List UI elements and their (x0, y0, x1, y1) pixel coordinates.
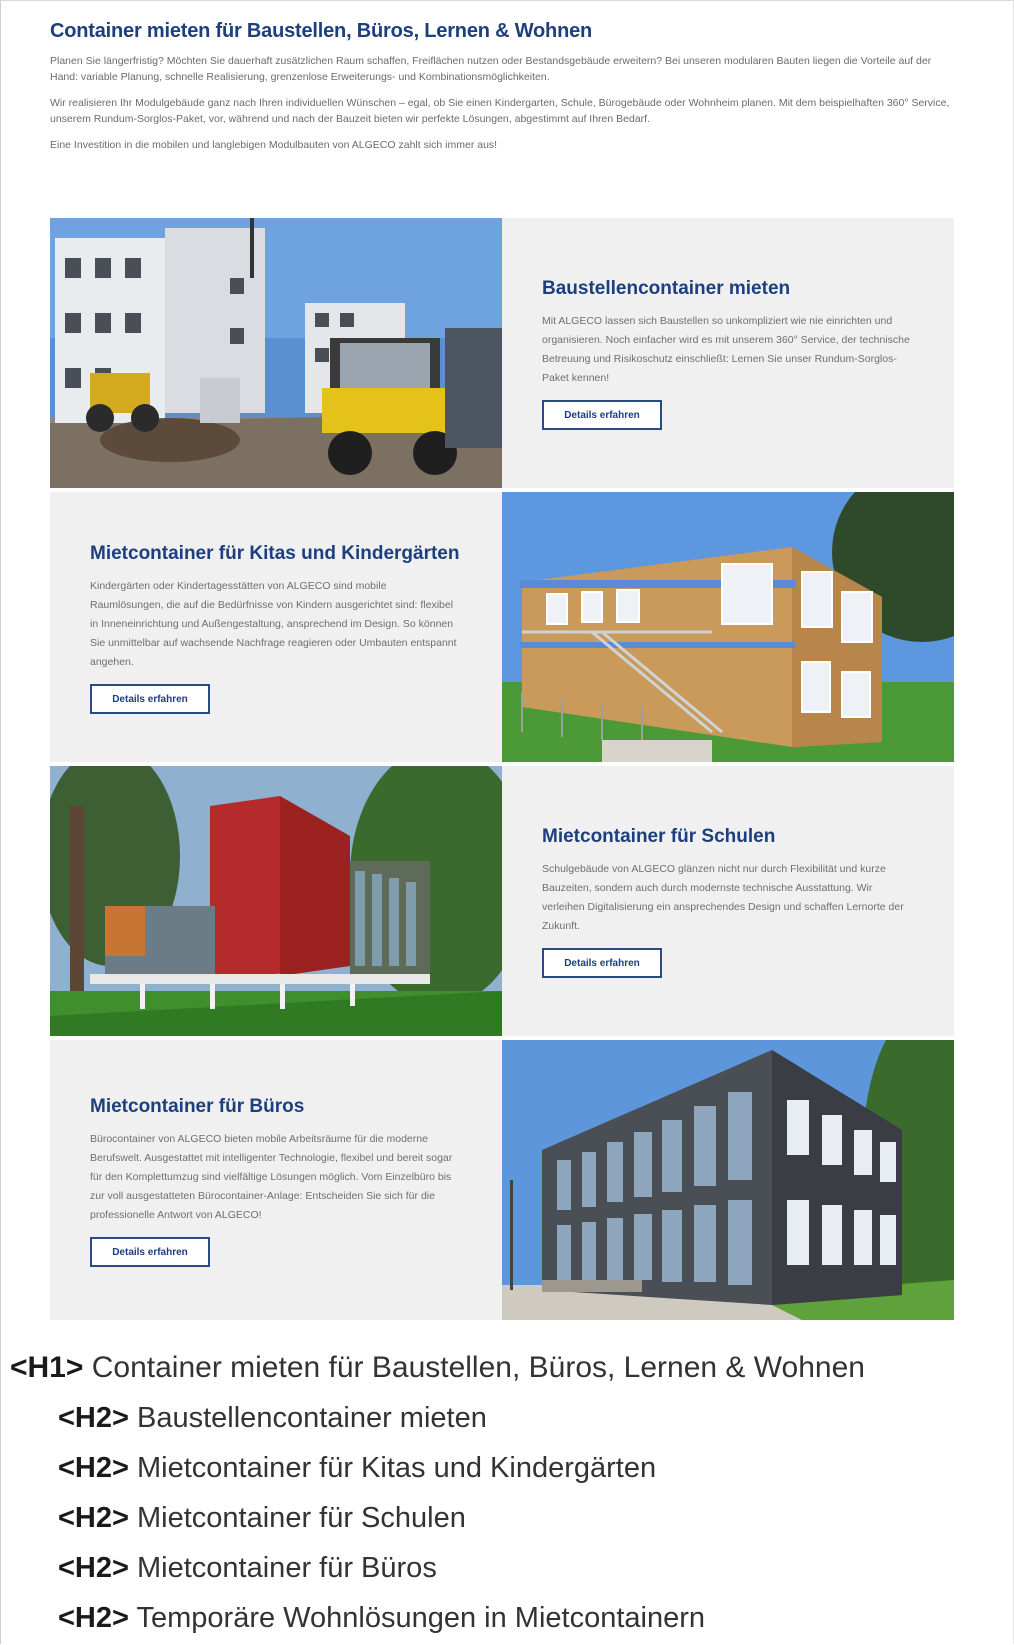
card-grid: Baustellencontainer mieten Mit ALGECO la… (50, 218, 954, 1320)
outline-h2-tag: <H2> (58, 1452, 129, 1484)
outline-h2-text: Mietcontainer für Schulen (137, 1502, 466, 1534)
outline-h2-3: <H2> Mietcontainer für Schulen (10, 1493, 1010, 1543)
card-row-office: Mietcontainer für Büros Bürocontainer vo… (50, 1040, 954, 1320)
card-school: Mietcontainer für Schulen Schulgebäude v… (502, 766, 954, 1036)
card-heading-construction: Baustellencontainer mieten (542, 278, 791, 299)
outline-h2-tag: <H2> (58, 1502, 129, 1534)
construction-site-image (50, 218, 502, 488)
details-button-kita[interactable]: Details erfahren (90, 683, 210, 714)
intro-paragraph-2: Wir realisieren Ihr Modulgebäude ganz na… (50, 97, 950, 125)
card-heading-office: Mietcontainer für Büros (90, 1095, 305, 1117)
school-building-image (50, 766, 502, 1036)
outline-h2-text: Temporäre Wohnlösungen in Mietcontainern (136, 1602, 706, 1634)
details-button-construction[interactable]: Details erfahren (542, 400, 662, 430)
card-construction: Baustellencontainer mieten Mit ALGECO la… (502, 218, 954, 488)
intro-paragraph-1: Planen Sie längerfristig? Möchten Sie da… (50, 55, 932, 83)
card-heading-kita: Mietcontainer für Kitas und Kindergärten (90, 542, 460, 564)
card-row-school: Mietcontainer für Schulen Schulgebäude v… (50, 766, 954, 1036)
outline-h1-text: Container mieten für Baustellen, Büros, … (91, 1351, 865, 1384)
outline-h2-tag: <H2> (58, 1552, 129, 1584)
details-button-office[interactable]: Details erfahren (90, 1236, 210, 1267)
card-kita: Mietcontainer für Kitas und Kindergärten… (50, 492, 502, 762)
outline-h1: <H1> Container mieten für Baustellen, Bü… (10, 1343, 1010, 1393)
office-building-image (502, 1040, 954, 1320)
outline-h2-4: <H2> Mietcontainer für Büros (10, 1543, 1010, 1593)
card-row-construction: Baustellencontainer mieten Mit ALGECO la… (50, 218, 954, 488)
outline-h2-2: <H2> Mietcontainer für Kitas und Kinderg… (10, 1443, 1010, 1493)
outline-h1-tag: <H1> (10, 1351, 84, 1384)
card-row-kita: Mietcontainer für Kitas und Kindergärten… (50, 492, 954, 762)
outline-h2-tag: <H2> (58, 1602, 129, 1634)
outline-h2-text: Baustellencontainer mieten (137, 1402, 487, 1434)
intro-paragraph-3: Eine Investition in die mobilen und lang… (50, 139, 498, 151)
card-text-school: Schulgebäude von ALGECO glänzen nicht nu… (542, 863, 904, 932)
heading-outline: <H1> Container mieten für Baustellen, Bü… (10, 1343, 1010, 1643)
outline-h2-text: Mietcontainer für Kitas und Kindergärten (137, 1452, 657, 1484)
card-text-construction: Mit ALGECO lassen sich Baustellen so unk… (542, 315, 910, 384)
details-button-school[interactable]: Details erfahren (542, 948, 662, 978)
outline-h2-tag: <H2> (58, 1402, 129, 1434)
page-title: Container mieten für Baustellen, Büros, … (50, 20, 593, 42)
kindergarten-building-image (502, 492, 954, 762)
card-text-kita: Kindergärten oder Kindertagesstätten von… (90, 579, 457, 668)
outline-h2-1: <H2> Baustellencontainer mieten (10, 1393, 1010, 1443)
outline-h2-text: Mietcontainer für Büros (137, 1552, 437, 1584)
outline-h2-5: <H2> Temporäre Wohnlösungen in Mietconta… (10, 1593, 1010, 1643)
card-text-office: Bürocontainer von ALGECO bieten mobile A… (90, 1132, 453, 1221)
intro-section: Container mieten für Baustellen, Büros, … (50, 20, 950, 163)
card-office: Mietcontainer für Büros Bürocontainer vo… (50, 1040, 502, 1320)
card-heading-school: Mietcontainer für Schulen (542, 826, 776, 847)
